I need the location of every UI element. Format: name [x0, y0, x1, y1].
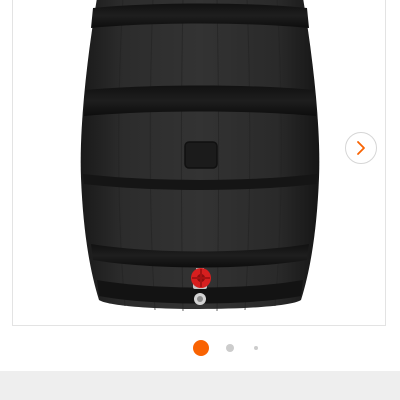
carousel-pagination	[0, 338, 400, 358]
next-image-button[interactable]	[345, 132, 377, 164]
product-image[interactable]	[13, 0, 386, 326]
carousel-dot-1[interactable]	[193, 340, 209, 356]
carousel-dot-2[interactable]	[226, 344, 234, 352]
bottom-divider-band	[0, 371, 400, 400]
chevron-right-icon	[357, 141, 365, 155]
product-image-frame	[12, 0, 386, 326]
product-page	[0, 0, 400, 400]
carousel-dot-3[interactable]	[254, 346, 258, 350]
